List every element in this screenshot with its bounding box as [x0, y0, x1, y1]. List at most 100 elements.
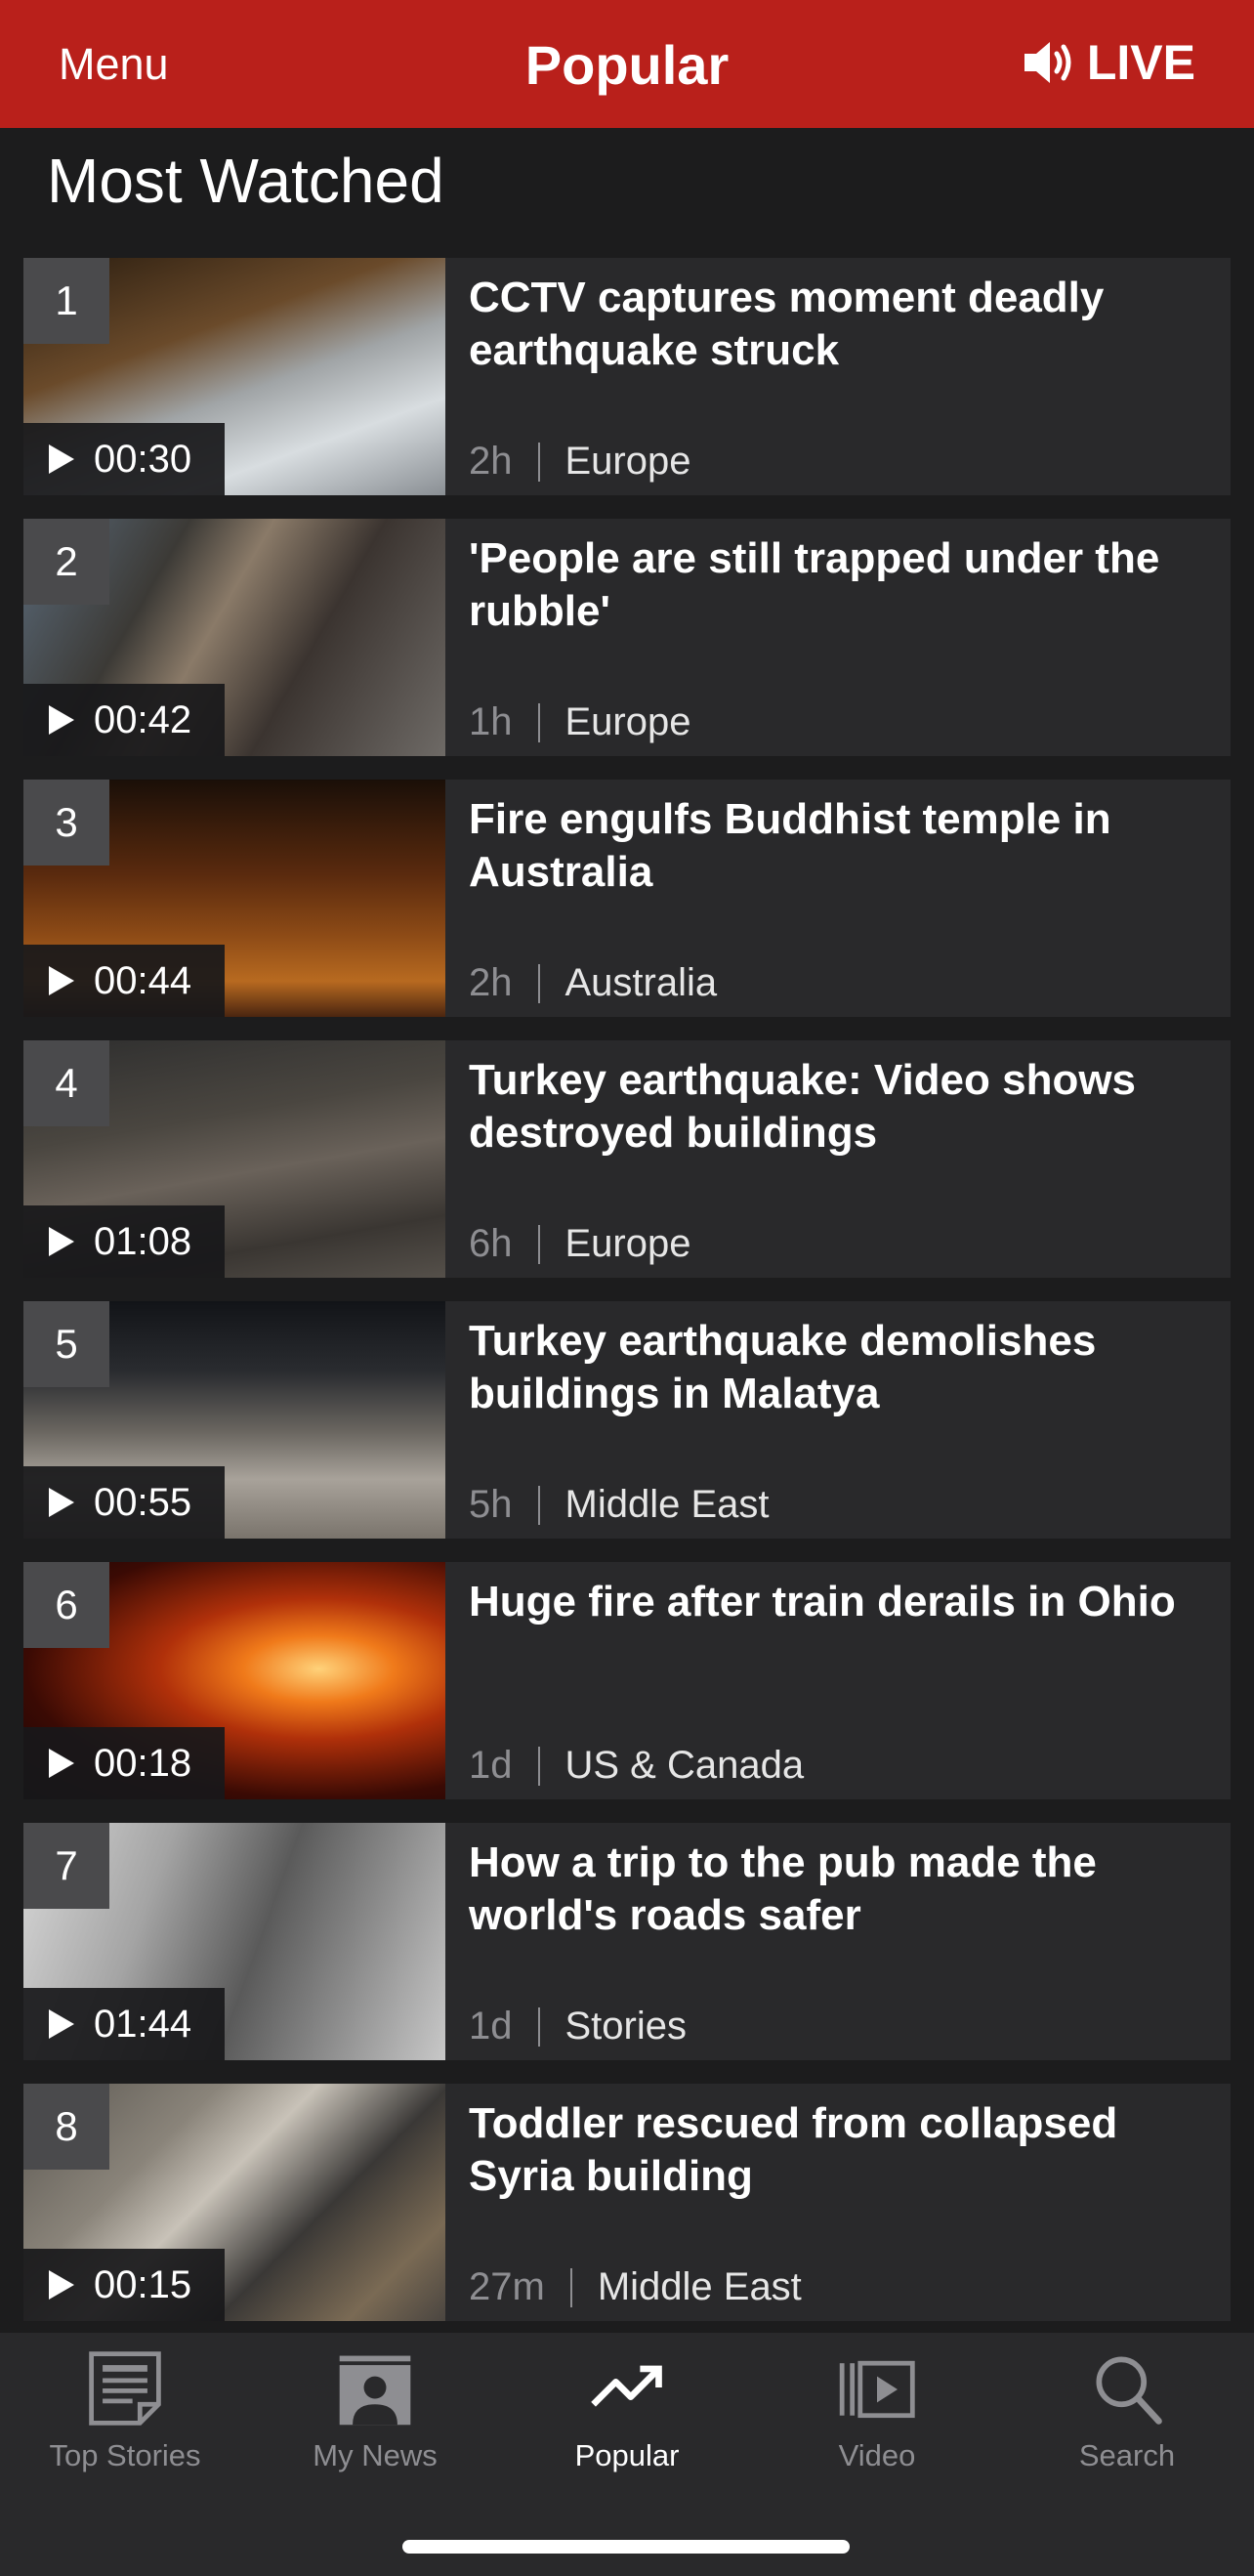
section-label: Europe: [564, 1222, 691, 1265]
item-info: Huge fire after train derails in Ohio 1d…: [469, 1562, 1211, 1799]
video-item[interactable]: 4 01:08 Turkey earthquake: Video shows d…: [23, 1040, 1231, 1278]
rank-badge: 1: [23, 258, 109, 344]
play-icon: [49, 444, 74, 474]
timestamp: 27m: [469, 2265, 545, 2308]
play-icon: [49, 1227, 74, 1256]
meta-divider: [537, 2006, 540, 2047]
duration-text: 01:44: [94, 2002, 192, 2046]
video-thumbnail[interactable]: 6 00:18: [23, 1562, 445, 1799]
timestamp: 6h: [469, 1222, 513, 1265]
tab-video[interactable]: Video: [752, 2346, 1002, 2473]
section-label: Australia: [564, 961, 718, 1004]
timestamp: 2h: [469, 440, 513, 483]
rank-badge: 4: [23, 1040, 109, 1126]
item-info: 'People are still trapped under the rubb…: [469, 519, 1211, 756]
person-icon: [339, 2355, 411, 2426]
headline[interactable]: Turkey earthquake: Video shows destroyed…: [469, 1054, 1211, 1160]
timestamp: 1d: [469, 2005, 513, 2048]
video-item[interactable]: 6 00:18 Huge fire after train derails in…: [23, 1562, 1231, 1799]
tab-top-stories[interactable]: Top Stories: [0, 2346, 250, 2473]
headline[interactable]: How a trip to the pub made the world's r…: [469, 1837, 1211, 1942]
duration-badge: 01:08: [23, 1205, 225, 1278]
duration-badge: 00:42: [23, 684, 225, 756]
video-thumbnail[interactable]: 2 00:42: [23, 519, 445, 756]
top-bar: Menu Popular LIVE: [0, 0, 1254, 128]
meta-divider: [537, 963, 540, 1003]
video-item[interactable]: 1 00:30 CCTV captures moment deadly eart…: [23, 258, 1231, 495]
duration-text: 00:55: [94, 1480, 192, 1524]
section-label: Europe: [564, 440, 691, 483]
item-meta: 2h Europe: [469, 440, 690, 484]
tab-label: Search: [1078, 2438, 1176, 2472]
play-icon: [49, 1749, 74, 1778]
rank-badge: 3: [23, 780, 109, 866]
duration-badge: 00:55: [23, 1466, 225, 1539]
section-label: Europe: [564, 700, 691, 743]
search-icon: [1096, 2356, 1162, 2425]
headline[interactable]: Toddler rescued from collapsed Syria bui…: [469, 2097, 1211, 2203]
section-label: Middle East: [564, 1483, 770, 1526]
duration-text: 00:18: [94, 1741, 192, 1785]
rank-badge: 5: [23, 1301, 109, 1387]
video-item[interactable]: 7 01:44 How a trip to the pub made the w…: [23, 1823, 1231, 2060]
meta-divider: [537, 442, 540, 482]
video-thumbnail[interactable]: 7 01:44: [23, 1823, 445, 2060]
home-indicator: [402, 2540, 850, 2554]
duration-text: 01:08: [94, 1219, 192, 1263]
duration-text: 00:30: [94, 437, 192, 481]
rank-badge: 2: [23, 519, 109, 605]
tab-label: Popular: [574, 2438, 680, 2472]
video-thumbnail[interactable]: 5 00:55: [23, 1301, 445, 1539]
speaker-icon: [1024, 42, 1071, 83]
play-icon: [49, 2270, 74, 2300]
timestamp: 2h: [469, 961, 513, 1004]
duration-badge: 01:44: [23, 1988, 225, 2060]
video-item[interactable]: 3 00:44 Fire engulfs Buddhist temple in …: [23, 780, 1231, 1017]
trending-icon: [591, 2365, 662, 2407]
rank-badge: 7: [23, 1823, 109, 1909]
rank-badge: 6: [23, 1562, 109, 1648]
item-info: Fire engulfs Buddhist temple in Australi…: [469, 780, 1211, 1017]
play-icon: [49, 705, 74, 735]
headline[interactable]: Turkey earthquake demolishes buildings i…: [469, 1315, 1211, 1420]
timestamp: 5h: [469, 1483, 513, 1526]
video-item[interactable]: 2 00:42 'People are still trapped under …: [23, 519, 1231, 756]
item-info: How a trip to the pub made the world's r…: [469, 1823, 1211, 2060]
item-meta: 1d US & Canada: [469, 1744, 804, 1788]
tab-label: My News: [313, 2438, 438, 2472]
duration-badge: 00:30: [23, 423, 225, 495]
section-label: Middle East: [597, 2265, 802, 2308]
item-meta: 1d Stories: [469, 2005, 687, 2048]
duration-text: 00:15: [94, 2262, 192, 2306]
tab-label: Video: [838, 2438, 916, 2472]
duration-badge: 00:15: [23, 2249, 225, 2321]
duration-badge: 00:18: [23, 1727, 225, 1799]
newspaper-icon: [89, 2351, 161, 2426]
section-heading: Most Watched: [47, 146, 444, 216]
video-item[interactable]: 8 00:15 Toddler rescued from collapsed S…: [23, 2084, 1231, 2321]
item-info: CCTV captures moment deadly earthquake s…: [469, 258, 1211, 495]
item-meta: 5h Middle East: [469, 1483, 769, 1527]
play-icon: [49, 1488, 74, 1517]
video-thumbnail[interactable]: 3 00:44: [23, 780, 445, 1017]
meta-divider: [537, 1746, 540, 1786]
video-thumbnail[interactable]: 1 00:30: [23, 258, 445, 495]
video-thumbnail[interactable]: 4 01:08: [23, 1040, 445, 1278]
headline[interactable]: CCTV captures moment deadly earthquake s…: [469, 272, 1211, 377]
headline[interactable]: Huge fire after train derails in Ohio: [469, 1576, 1211, 1628]
tab-search[interactable]: Search: [1002, 2346, 1252, 2473]
meta-divider: [537, 702, 540, 742]
tab-my-news[interactable]: My News: [250, 2346, 500, 2473]
duration-text: 00:44: [94, 958, 192, 1002]
tab-popular[interactable]: Popular: [502, 2346, 752, 2473]
video-thumbnail[interactable]: 8 00:15: [23, 2084, 445, 2321]
play-icon: [49, 2009, 74, 2039]
timestamp: 1h: [469, 700, 513, 743]
headline[interactable]: 'People are still trapped under the rubb…: [469, 532, 1211, 638]
headline[interactable]: Fire engulfs Buddhist temple in Australi…: [469, 793, 1211, 899]
most-watched-list: 1 00:30 CCTV captures moment deadly eart…: [23, 258, 1231, 2344]
video-item[interactable]: 5 00:55 Turkey earthquake demolishes bui…: [23, 1301, 1231, 1539]
item-info: Turkey earthquake: Video shows destroyed…: [469, 1040, 1211, 1278]
live-button[interactable]: LIVE: [1021, 33, 1195, 92]
item-info: Turkey earthquake demolishes buildings i…: [469, 1301, 1211, 1539]
